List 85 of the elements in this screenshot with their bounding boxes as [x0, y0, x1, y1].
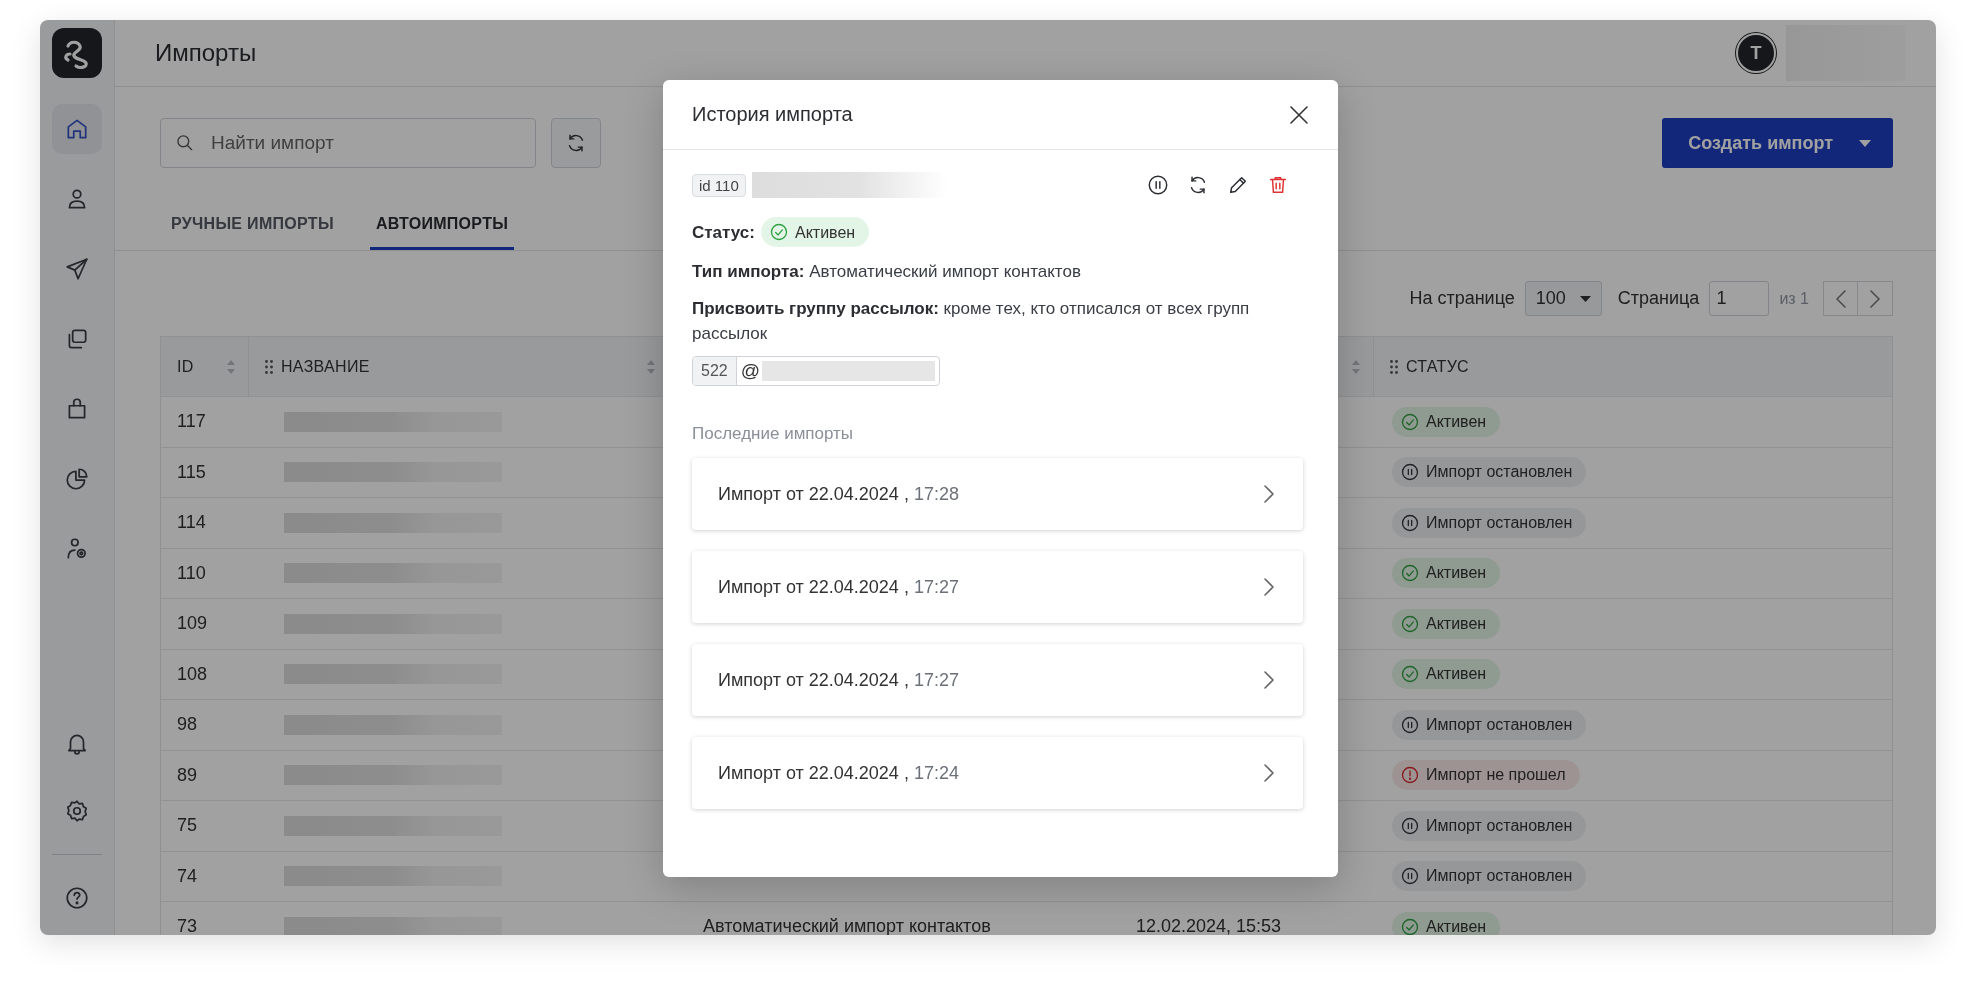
column-header[interactable]: НАЗВАНИЕ: [281, 357, 370, 376]
status-badge: Импорт не прошел: [1392, 760, 1580, 791]
status-badge: Импорт остановлен: [1392, 457, 1587, 488]
status-badge: Активен: [1392, 406, 1501, 437]
import-history-item[interactable]: Импорт от 22.04.2024 , 17:27: [692, 551, 1303, 623]
chevron-right-icon: [1869, 288, 1881, 309]
close-button[interactable]: [1289, 104, 1309, 125]
chevron-right-icon: [1263, 484, 1275, 504]
status-badge: Импорт остановлен: [1392, 861, 1587, 892]
table-cell: 75: [177, 815, 198, 837]
per-page-label: На странице: [1409, 288, 1515, 309]
import-history-item[interactable]: Импорт от 22.04.2024 , 17:27: [692, 644, 1303, 716]
per-page-select[interactable]: 100: [1524, 281, 1602, 316]
status-badge: Импорт остановлен: [1392, 507, 1587, 538]
table-cell: 117: [177, 411, 206, 433]
table-cell: 110: [177, 562, 206, 584]
pause-circle-icon: [1400, 714, 1420, 735]
alert-circle-icon: [1400, 765, 1420, 786]
table-cell: 108: [177, 663, 208, 685]
settings-icon: [64, 798, 90, 824]
pause-circle-icon: [1400, 462, 1420, 483]
table-cell: 74: [177, 865, 198, 887]
page-total: из 1: [1779, 289, 1809, 308]
tab[interactable]: АВТОИМПОРТЫ: [369, 201, 515, 250]
table-cell: 12.02.2024, 15:53: [1136, 916, 1282, 935]
status-badge: Активен: [760, 217, 870, 247]
status-badge: Активен: [1392, 608, 1501, 639]
at-sign: @: [740, 360, 760, 382]
drag-handle-icon[interactable]: [265, 359, 273, 374]
status-badge: Активен: [1392, 659, 1501, 690]
table-cell: 89: [177, 764, 198, 786]
pause-circle-icon: [1400, 815, 1420, 836]
status-badge: Активен: [1392, 911, 1501, 935]
caret-down-icon: [1579, 295, 1591, 302]
check-circle-icon: [1400, 916, 1420, 935]
refresh-button[interactable]: [551, 118, 601, 168]
column-header[interactable]: ID: [177, 357, 194, 376]
id-badge: id 110: [692, 173, 746, 197]
caret-down-icon: [1859, 139, 1871, 147]
page-title: Импорты: [155, 39, 257, 67]
field-label: Статус:: [692, 221, 755, 244]
table-cell: 98: [177, 714, 198, 736]
pause-icon[interactable]: [1147, 174, 1169, 196]
section-title: Последние импорты: [692, 424, 855, 444]
table-cell: 109: [177, 613, 208, 635]
check-circle-icon: [1400, 563, 1420, 584]
check-circle-icon: [1400, 664, 1420, 685]
status-badge: Импорт остановлен: [1392, 810, 1587, 841]
chevron-right-icon: [1263, 670, 1275, 690]
delete-icon[interactable]: [1267, 174, 1289, 196]
status-badge: Активен: [1392, 558, 1501, 589]
table-cell: 114: [177, 512, 206, 534]
field-text: Тип импорта: Автоматический импорт контактов: [692, 262, 1081, 281]
page-label: Страница: [1617, 288, 1700, 309]
pause-circle-icon: [1400, 866, 1420, 887]
help-icon: [64, 885, 90, 911]
sidebar-item[interactable]: [52, 104, 102, 154]
page-input[interactable]: 1: [1709, 281, 1770, 316]
tab[interactable]: РУЧНЫЕ ИМПОРТЫ: [165, 201, 340, 250]
pie-chart-icon: [64, 466, 90, 492]
column-header[interactable]: СТАТУС: [1406, 357, 1469, 376]
table-cell: 115: [177, 461, 206, 483]
modal-title: История импорта: [692, 103, 853, 126]
chevron-right-icon: [1263, 763, 1275, 783]
check-circle-icon: [1400, 613, 1420, 634]
group-count: 522: [693, 357, 737, 385]
avatar[interactable]: T: [1736, 33, 1776, 73]
pause-circle-icon: [1400, 512, 1420, 533]
table-cell: 73: [177, 916, 198, 935]
edit-icon[interactable]: [1227, 174, 1249, 196]
import-history-item[interactable]: Импорт от 22.04.2024 , 17:28: [692, 458, 1303, 530]
field-text: Присвоить группу рассылок: кроме тех, кто отписался от всех групп рассылок: [692, 299, 1250, 343]
drag-handle-icon[interactable]: [1390, 359, 1398, 374]
create-import-button[interactable]: Создать импорт: [1662, 118, 1893, 168]
check-circle-icon: [1400, 411, 1420, 432]
close-icon: [1289, 104, 1309, 125]
chevron-left-icon: [1834, 288, 1847, 309]
chevron-right-icon: [1263, 577, 1275, 597]
paper-plane-icon: [64, 256, 90, 282]
search-icon: [175, 133, 195, 153]
check-circle-icon: [768, 222, 789, 242]
import-history-item[interactable]: Импорт от 22.04.2024 , 17:24: [692, 737, 1303, 809]
search-field[interactable]: Найти импорт: [160, 118, 536, 168]
logo-icon[interactable]: [52, 28, 102, 78]
status-badge: Импорт остановлен: [1392, 709, 1587, 740]
